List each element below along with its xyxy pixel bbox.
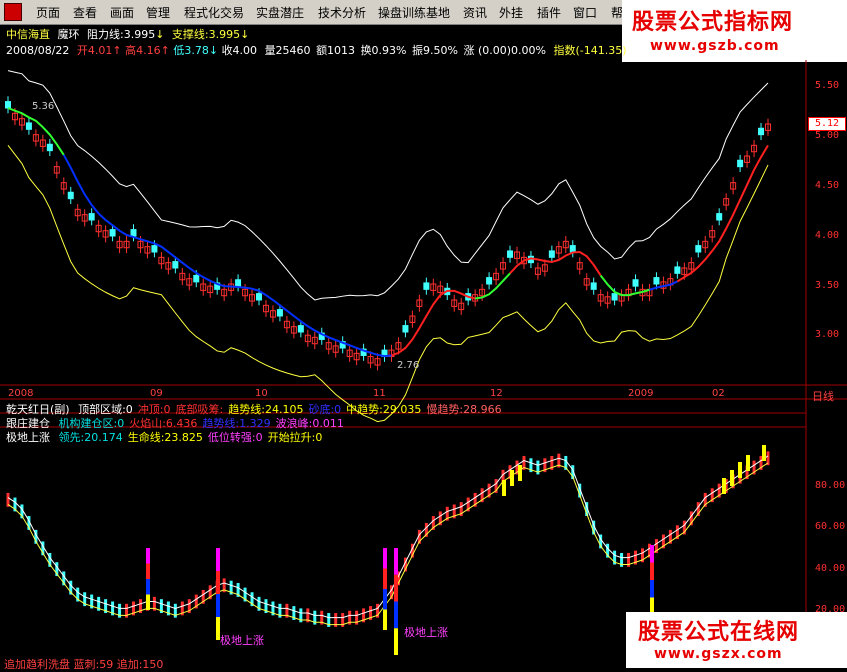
panel1-item-6: 慢趋势:28.966 — [426, 403, 502, 416]
yellow-signal-mark — [510, 470, 514, 486]
signal-bar — [394, 601, 398, 629]
candle-body — [402, 325, 409, 333]
candle-body — [548, 250, 555, 258]
candle-body — [737, 159, 744, 168]
yellow-signal-mark — [722, 478, 726, 494]
signal-bar — [146, 548, 150, 564]
candle-body — [674, 266, 681, 274]
yellow-signal-mark — [738, 462, 742, 478]
yellow-signal-mark — [762, 445, 766, 461]
yellow-signal-mark — [502, 480, 506, 496]
signal-bar — [650, 545, 654, 563]
period-label[interactable]: 日线 — [812, 388, 834, 404]
signal-bar — [383, 609, 387, 630]
candle-body — [486, 277, 493, 285]
price-tick-3: 4.00 — [815, 230, 840, 241]
panel1-item-5: 中趋势:29.035 — [346, 403, 422, 416]
time-tick-6: 02 — [712, 388, 725, 399]
watermark-bottom-url: www.gszx.com — [654, 646, 783, 662]
watermark-bottom-title: 股票公式在线网 — [638, 620, 800, 645]
osc-tick-0: 80.00 — [815, 480, 846, 491]
signal-bar — [216, 548, 220, 571]
low-annotation: 2.76 — [397, 360, 420, 371]
candle-body — [590, 282, 597, 290]
signal-bar — [146, 563, 150, 579]
signal-bar — [216, 594, 220, 617]
candle-body — [256, 293, 263, 301]
osc-tick-2: 40.00 — [815, 563, 846, 574]
time-tick-5: 2009 — [628, 388, 654, 399]
price-chart[interactable] — [0, 0, 847, 668]
candle-body — [632, 279, 639, 287]
candle-body — [716, 213, 723, 221]
price-tick-2: 4.50 — [815, 180, 840, 191]
candle-body — [109, 229, 116, 237]
time-tick-4: 12 — [490, 388, 503, 399]
moving-average-line — [475, 272, 511, 300]
band-upper-line — [7, 70, 769, 301]
time-tick-0: 2008 — [8, 388, 34, 399]
watermark-bottom: 股票公式在线网 www.gszx.com — [626, 612, 847, 668]
panel3-legend: 极地上涨 领先:20.174 生命线:23.825 低位转强:0 开始拉升:0 — [6, 429, 322, 445]
candle-body — [611, 293, 618, 301]
candle-body — [5, 101, 11, 109]
candle-body — [423, 282, 430, 290]
candle-body — [88, 213, 95, 221]
signal-bar — [394, 628, 398, 655]
candle-body — [67, 191, 74, 200]
candle-body — [695, 245, 702, 253]
panel3-item-0: 领先:20.174 — [58, 431, 123, 444]
price-tick-1: 5.00 — [815, 130, 840, 141]
candle-body — [235, 279, 242, 287]
price-tick-0: 5.50 — [815, 80, 840, 91]
candle-body — [46, 143, 53, 152]
candle-body — [130, 229, 137, 237]
signal-bar — [650, 580, 654, 598]
candle-body — [25, 122, 32, 130]
panel3-title[interactable]: 极地上涨 — [6, 431, 50, 444]
osc-label-2: 极地上涨 — [404, 626, 448, 639]
moving-average-line — [62, 154, 392, 358]
signal-bar — [146, 579, 150, 595]
signal-bar — [146, 594, 150, 610]
yellow-signal-mark — [746, 455, 750, 471]
candle-body — [653, 277, 660, 285]
panel3-item-3: 开始拉升:0 — [267, 431, 323, 444]
time-tick-3: 11 — [373, 388, 386, 399]
yellow-signal-mark — [730, 470, 734, 486]
time-tick-1: 09 — [150, 388, 163, 399]
signal-bar — [394, 548, 398, 575]
panel3-item-1: 生命线:23.825 — [127, 431, 203, 444]
current-price-badge: 5.12 — [808, 117, 846, 131]
candle-body — [151, 245, 158, 253]
yellow-signal-mark — [518, 465, 522, 481]
signal-bar — [394, 574, 398, 602]
osc-tick-1: 60.00 — [815, 521, 846, 532]
candle-body — [569, 245, 576, 253]
panel3-item-2: 低位转强:0 — [207, 431, 263, 444]
signal-bar — [383, 589, 387, 610]
candle-body — [297, 325, 304, 333]
high-annotation: 5.36 — [32, 101, 55, 112]
price-tick-5: 3.00 — [815, 329, 840, 340]
signal-bar — [650, 562, 654, 580]
candle-body — [172, 261, 179, 269]
signal-bar — [383, 548, 387, 569]
candle-body — [758, 127, 765, 136]
bottom-status: 追加趋利洗盘 蓝刺:59 追加:150 — [4, 658, 164, 671]
price-tick-4: 3.50 — [815, 280, 840, 291]
signal-bar — [383, 568, 387, 589]
candle-body — [193, 274, 200, 283]
moving-average-line — [391, 289, 476, 357]
time-tick-2: 10 — [255, 388, 268, 399]
signal-bar — [216, 571, 220, 594]
candle-body — [507, 250, 514, 258]
osc-label-1: 极地上涨 — [220, 634, 264, 647]
candle-body — [276, 309, 283, 317]
